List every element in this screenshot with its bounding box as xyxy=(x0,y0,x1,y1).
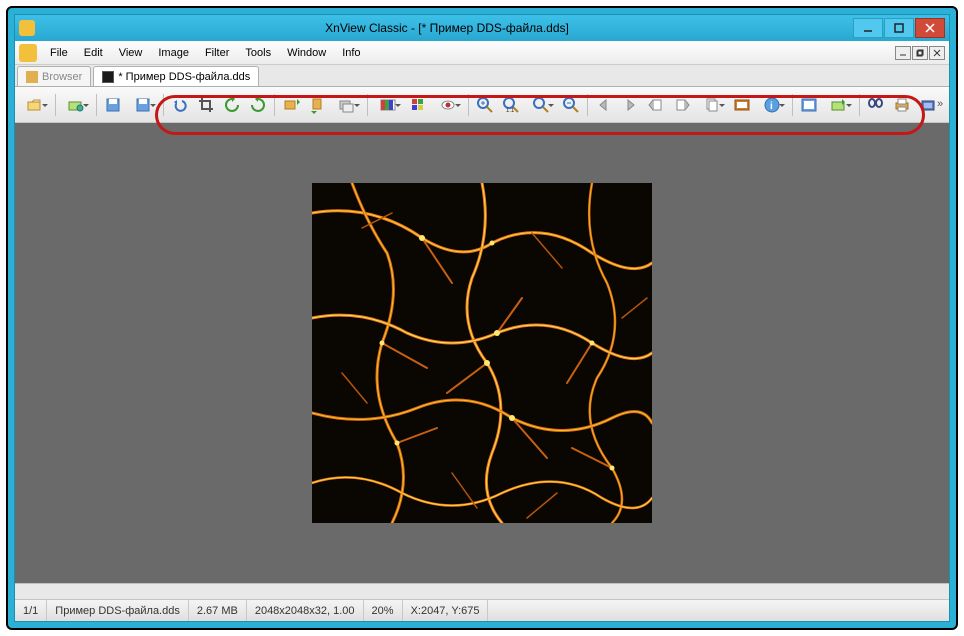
first-button[interactable] xyxy=(644,93,668,117)
close-button[interactable] xyxy=(915,18,945,38)
save-as-button[interactable] xyxy=(127,93,159,117)
menu-filter[interactable]: Filter xyxy=(198,44,236,62)
menubar-app-icon xyxy=(19,44,37,62)
svg-text:1:1: 1:1 xyxy=(506,108,515,114)
resize-button[interactable] xyxy=(331,93,363,117)
app-icon xyxy=(19,20,35,36)
open-button[interactable] xyxy=(19,93,51,117)
fullscreen-button[interactable] xyxy=(797,93,821,117)
menu-image[interactable]: Image xyxy=(151,44,196,62)
next-button[interactable] xyxy=(618,93,642,117)
tab-file-label: * Пример DDS-файла.dds xyxy=(118,71,250,83)
save-button[interactable] xyxy=(101,93,125,117)
file-tab-icon xyxy=(102,71,114,83)
flip-h-button[interactable] xyxy=(279,93,303,117)
menu-info[interactable]: Info xyxy=(335,44,367,62)
menubar: File Edit View Image Filter Tools Window… xyxy=(15,41,949,65)
displayed-image xyxy=(312,183,652,523)
zoom-100-button[interactable]: 1:1 xyxy=(499,93,523,117)
zoom-out-button[interactable] xyxy=(559,93,583,117)
mdi-minimize-button[interactable] xyxy=(895,46,911,60)
tabbar: Browser * Пример DDS-файла.dds xyxy=(15,65,949,87)
status-dimensions: 2048x2048x32, 1.00 xyxy=(247,600,364,621)
undo-button[interactable] xyxy=(168,93,192,117)
adjust-button[interactable] xyxy=(372,93,404,117)
menu-tools[interactable]: Tools xyxy=(238,44,278,62)
mdi-close-button[interactable] xyxy=(929,46,945,60)
status-zoom: 20% xyxy=(364,600,403,621)
crop-button[interactable] xyxy=(194,93,218,117)
menu-file[interactable]: File xyxy=(43,44,75,62)
browser-tab-icon xyxy=(26,71,38,83)
svg-text:i: i xyxy=(770,101,773,112)
info-button[interactable]: i xyxy=(756,93,788,117)
rotate-cw-button[interactable] xyxy=(246,93,270,117)
flip-v-button[interactable] xyxy=(305,93,329,117)
statusbar: 1/1 Пример DDS-файла.dds 2.67 MB 2048x20… xyxy=(15,599,949,621)
mdi-restore-button[interactable] xyxy=(912,46,928,60)
page-dropdown[interactable] xyxy=(696,93,728,117)
menu-view[interactable]: View xyxy=(112,44,150,62)
zoom-in-button[interactable] xyxy=(473,93,497,117)
rotate-ccw-button[interactable] xyxy=(220,93,244,117)
palette-button[interactable] xyxy=(406,93,430,117)
titlebar: XnView Classic - [* Пример DDS-файла.dds… xyxy=(15,15,949,41)
tab-browser-label: Browser xyxy=(42,71,82,83)
status-filesize: 2.67 MB xyxy=(189,600,247,621)
explorer-button[interactable] xyxy=(823,93,855,117)
red-eye-button[interactable] xyxy=(432,93,464,117)
menu-edit[interactable]: Edit xyxy=(77,44,110,62)
last-button[interactable] xyxy=(670,93,694,117)
maximize-button[interactable] xyxy=(884,18,914,38)
status-index: 1/1 xyxy=(15,600,47,621)
prev-button[interactable] xyxy=(592,93,616,117)
open-folder-button[interactable] xyxy=(60,93,92,117)
minimize-button[interactable] xyxy=(853,18,883,38)
toolbar-overflow-button[interactable] xyxy=(933,95,947,113)
image-viewport[interactable] xyxy=(15,123,949,583)
scrollbar-horizontal[interactable] xyxy=(15,583,949,599)
status-filename: Пример DDS-файла.dds xyxy=(47,600,189,621)
tab-file[interactable]: * Пример DDS-файла.dds xyxy=(93,66,259,86)
tab-browser[interactable]: Browser xyxy=(17,66,91,86)
window-title: XnView Classic - [* Пример DDS-файла.dds… xyxy=(41,21,853,35)
find-button[interactable] xyxy=(864,93,888,117)
print-button[interactable] xyxy=(890,93,914,117)
status-coords: X:2047, Y:675 xyxy=(403,600,489,621)
toolbar: 1:1 i xyxy=(15,87,949,123)
menu-window[interactable]: Window xyxy=(280,44,333,62)
slideshow-button[interactable] xyxy=(730,93,754,117)
zoom-dropdown[interactable] xyxy=(525,93,557,117)
